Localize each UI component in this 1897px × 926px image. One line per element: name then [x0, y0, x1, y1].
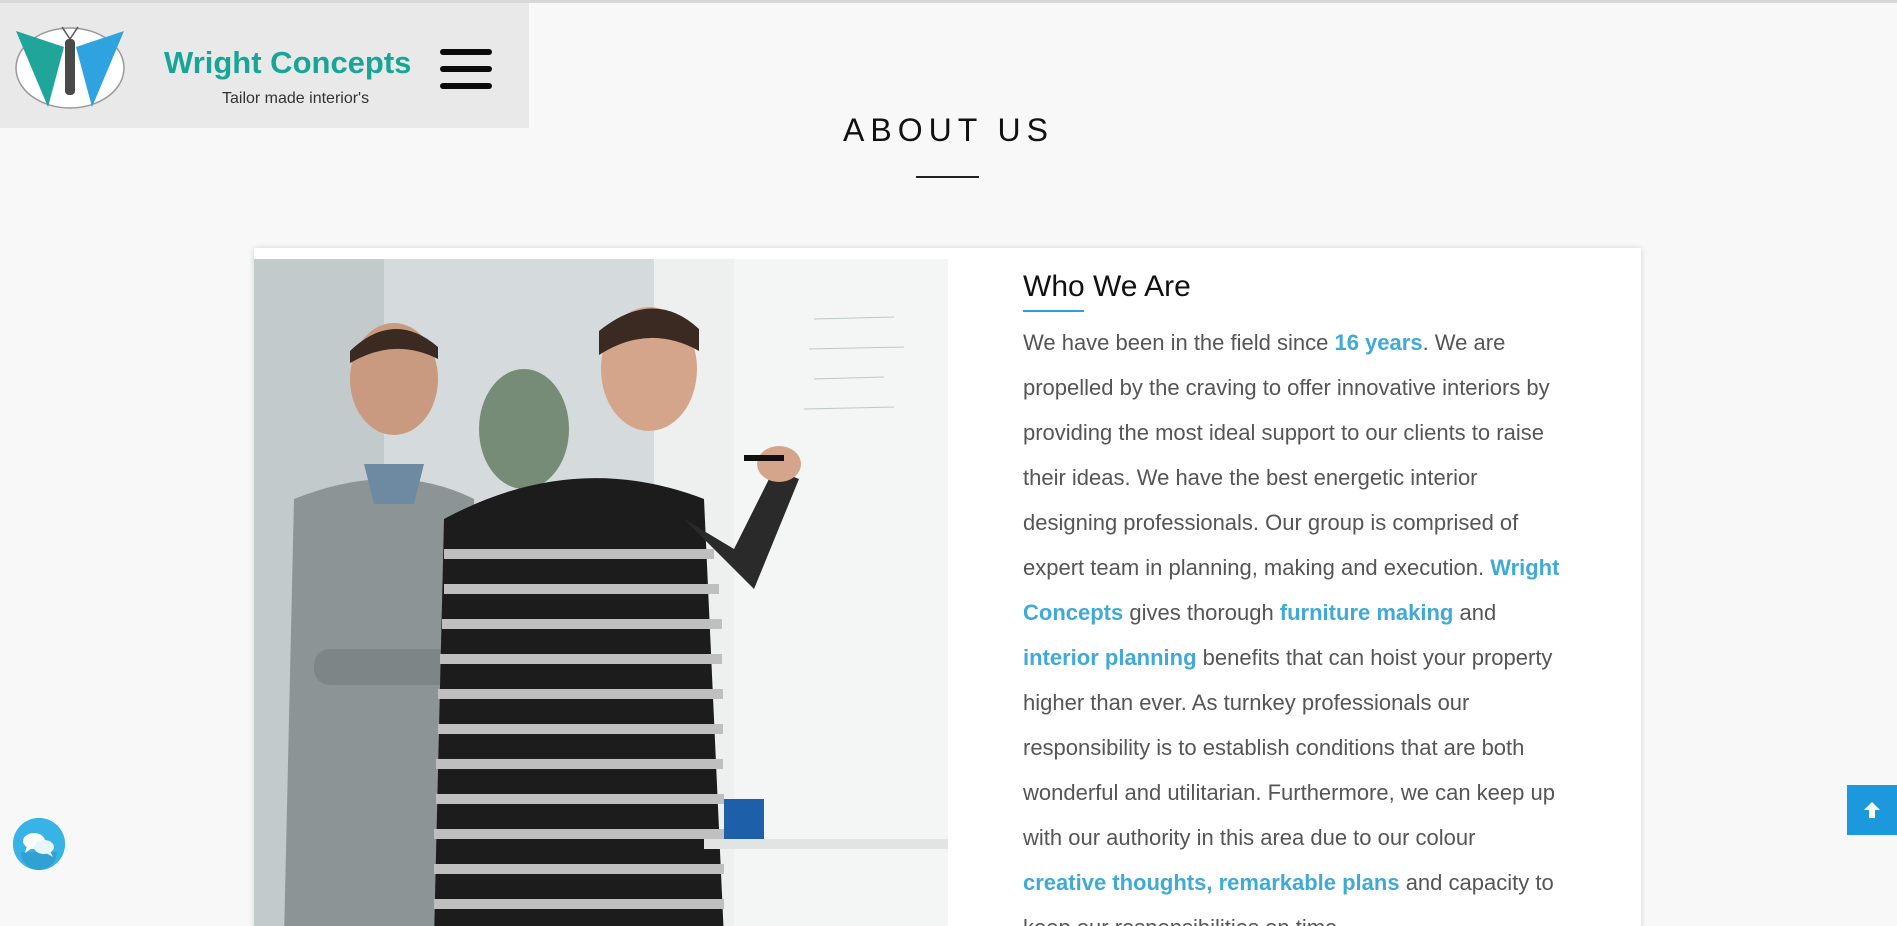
section-title: ABOUT US — [843, 112, 1054, 148]
brand-tagline: Tailor made interior's — [222, 90, 370, 107]
header-brand: Wright Concepts Tailor made interior's — [0, 3, 529, 128]
scroll-to-top-button[interactable] — [1847, 785, 1897, 835]
heading-underline — [1023, 310, 1084, 312]
text: benefits that can hoist your property hi… — [1023, 645, 1555, 850]
highlight-creative: creative thoughts, remarkable plans — [1023, 870, 1400, 895]
text: . We are propelled by the craving to off… — [1023, 330, 1550, 580]
butterfly-logo-icon[interactable] — [14, 25, 126, 111]
brand-name[interactable]: Wright Concepts — [164, 45, 411, 81]
highlight-furniture: furniture making — [1279, 600, 1454, 625]
chat-bubbles-icon[interactable] — [13, 818, 65, 870]
text: gives thorough — [1123, 600, 1280, 625]
text: and — [1453, 600, 1497, 625]
about-paragraph: We have been in the field since 16 years… — [1023, 320, 1563, 926]
hamburger-menu-icon[interactable] — [440, 49, 492, 89]
text: We have been in the field since — [1023, 330, 1335, 355]
title-divider — [916, 176, 979, 178]
about-content: Who We Are We have been in the field sin… — [1023, 268, 1563, 926]
section-heading: Who We Are — [1023, 270, 1191, 303]
arrow-up-icon — [1864, 802, 1880, 818]
highlight-years: 16 years — [1334, 330, 1423, 355]
team-photo — [254, 259, 948, 926]
highlight-interior: interior planning — [1023, 645, 1197, 670]
